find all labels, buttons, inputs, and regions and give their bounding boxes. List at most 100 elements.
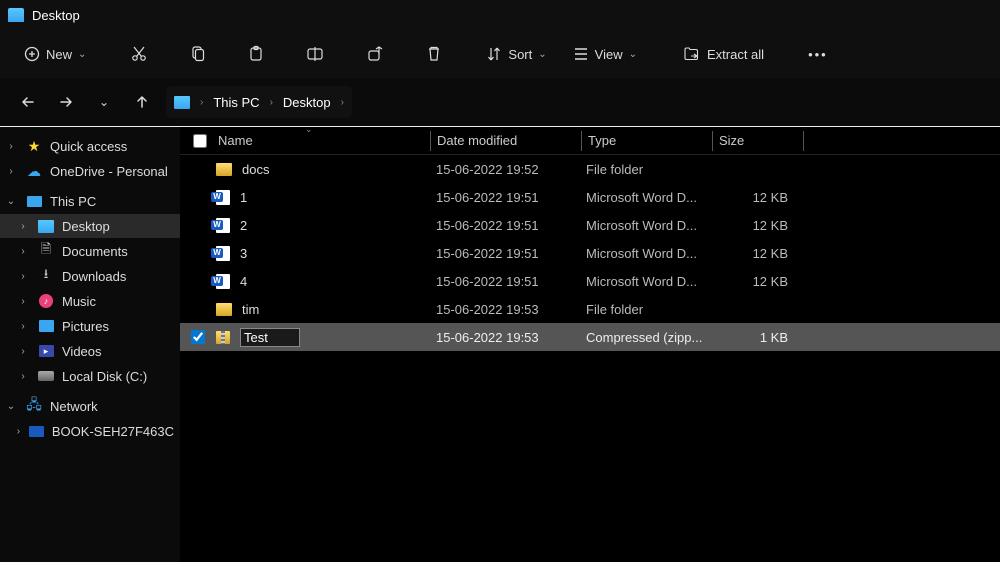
word-doc-icon [216, 190, 230, 205]
sidebar-item-label: Videos [62, 344, 102, 359]
extract-all-label: Extract all [707, 47, 764, 62]
chevron-right-icon: › [16, 426, 21, 437]
chevron-right-icon: › [270, 97, 273, 108]
sidebar-item-documents[interactable]: › 🗎 Documents [0, 239, 180, 263]
column-header-date[interactable]: Date modified [431, 133, 581, 148]
column-header-size[interactable]: Size [713, 133, 803, 148]
chevron-right-icon: › [16, 246, 30, 257]
copy-icon [190, 45, 206, 63]
extract-all-button[interactable]: Extract all [673, 40, 774, 68]
sort-label: Sort [508, 47, 532, 62]
arrow-left-icon [20, 94, 36, 110]
sidebar-item-pictures[interactable]: › Pictures [0, 314, 180, 338]
sidebar-item-label: Desktop [62, 219, 110, 234]
sidebar-item-onedrive[interactable]: › ☁ OneDrive - Personal [0, 159, 180, 183]
share-icon [366, 45, 384, 63]
view-button[interactable]: View ⌄ [563, 41, 647, 68]
folder-icon [216, 303, 232, 316]
breadcrumb-root[interactable]: This PC [213, 95, 259, 110]
file-row[interactable]: 215-06-2022 19:51Microsoft Word D...12 K… [180, 211, 1000, 239]
select-all-checkbox[interactable] [193, 134, 207, 148]
file-row[interactable]: docs15-06-2022 19:52File folder [180, 155, 1000, 183]
sidebar-item-network[interactable]: ⌄ 🖧 Network [0, 394, 180, 418]
toolbar: New ⌄ Sort ⌄ View ⌄ Extract all ••• [0, 30, 1000, 78]
file-size: 12 KB [710, 218, 800, 233]
window-title: Desktop [32, 8, 80, 23]
file-row[interactable]: 15-06-2022 19:53Compressed (zipp...1 KB [180, 323, 1000, 351]
file-type: Microsoft Word D... [580, 246, 710, 261]
sidebar-item-local-disk[interactable]: › Local Disk (C:) [0, 364, 180, 388]
sidebar-item-label: Quick access [50, 139, 127, 154]
file-date: 15-06-2022 19:53 [430, 302, 580, 317]
zip-icon [216, 331, 230, 344]
up-button[interactable] [128, 88, 156, 116]
more-button[interactable]: ••• [800, 41, 836, 68]
file-type: Compressed (zipp... [580, 330, 710, 345]
file-type: File folder [580, 302, 710, 317]
sidebar-item-label: OneDrive - Personal [50, 164, 168, 179]
file-row[interactable]: tim 15-06-2022 19:53File folder [180, 295, 1000, 323]
address-bar[interactable]: › This PC › Desktop › [166, 86, 352, 118]
chevron-down-icon: ⌄ [4, 196, 18, 207]
copy-button[interactable] [182, 39, 214, 69]
file-name: tim [242, 302, 259, 317]
word-doc-icon [216, 246, 230, 261]
sidebar-item-this-pc[interactable]: ⌄ This PC [0, 189, 180, 213]
folder-icon [216, 163, 232, 176]
chevron-down-icon: ⌄ [629, 49, 637, 60]
sidebar-item-computer[interactable]: › BOOK-SEH27F463C [0, 419, 180, 443]
word-doc-icon [216, 218, 230, 233]
chevron-right-icon: › [341, 97, 344, 108]
sidebar-item-label: This PC [50, 194, 96, 209]
rename-button[interactable] [298, 40, 332, 68]
sidebar-item-downloads[interactable]: › ⭳ Downloads [0, 264, 180, 288]
column-header-type[interactable]: Type [582, 133, 712, 148]
sidebar-item-label: Music [62, 294, 96, 309]
folder-icon [174, 96, 190, 109]
paste-button[interactable] [240, 39, 272, 69]
file-date: 15-06-2022 19:53 [430, 330, 580, 345]
column-separator[interactable] [803, 131, 804, 151]
breadcrumb-folder[interactable]: Desktop [283, 95, 331, 110]
plus-circle-icon [24, 46, 40, 62]
file-date: 15-06-2022 19:51 [430, 218, 580, 233]
sort-button[interactable]: Sort ⌄ [476, 40, 556, 68]
file-name: 4 [240, 274, 247, 289]
rename-icon [306, 46, 324, 62]
sort-icon [486, 46, 502, 62]
delete-button[interactable] [418, 39, 450, 69]
back-button[interactable] [14, 88, 42, 116]
download-icon: ⭳ [38, 268, 54, 284]
file-size: 12 KB [710, 190, 800, 205]
file-row[interactable]: 415-06-2022 19:51Microsoft Word D...12 K… [180, 267, 1000, 295]
rename-input[interactable] [240, 328, 300, 347]
file-size: 1 KB [710, 330, 800, 345]
view-label: View [595, 47, 623, 62]
chevron-right-icon: › [16, 296, 30, 307]
sidebar-item-label: Documents [62, 244, 128, 259]
forward-button[interactable] [52, 88, 80, 116]
new-button[interactable]: New ⌄ [14, 40, 96, 68]
sidebar-item-quick-access[interactable]: › ★ Quick access [0, 134, 180, 158]
file-type: Microsoft Word D... [580, 218, 710, 233]
share-button[interactable] [358, 39, 392, 69]
file-type: Microsoft Word D... [580, 190, 710, 205]
chevron-right-icon: › [16, 221, 30, 232]
file-date: 15-06-2022 19:51 [430, 246, 580, 261]
cut-button[interactable] [122, 39, 156, 69]
chevron-down-icon: ⌄ [538, 49, 546, 60]
file-row[interactable]: 315-06-2022 19:51Microsoft Word D...12 K… [180, 239, 1000, 267]
pictures-icon [39, 320, 54, 332]
folder-icon [38, 220, 54, 233]
file-name: docs [242, 162, 269, 177]
column-header-name[interactable]: Name [180, 133, 430, 148]
row-checkbox[interactable] [191, 330, 205, 344]
file-row[interactable]: 115-06-2022 19:51Microsoft Word D...12 K… [180, 183, 1000, 211]
chevron-right-icon: › [16, 346, 30, 357]
chevron-right-icon: › [16, 321, 30, 332]
recent-button[interactable]: ⌄ [90, 88, 118, 116]
sidebar-item-videos[interactable]: › ▸ Videos [0, 339, 180, 363]
sidebar-item-music[interactable]: › ♪ Music [0, 289, 180, 313]
sidebar-item-desktop[interactable]: › Desktop [0, 214, 180, 238]
chevron-down-icon: ⌄ [78, 49, 86, 60]
